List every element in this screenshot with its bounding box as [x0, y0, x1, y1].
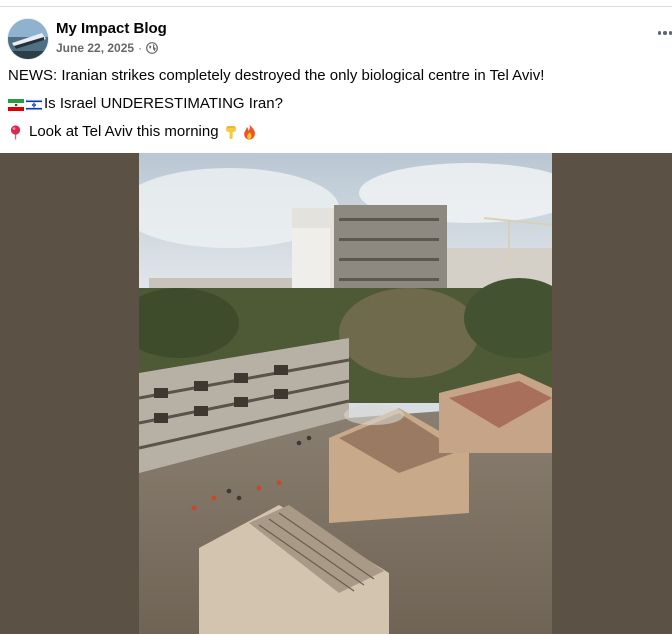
page-name-link[interactable]: My Impact Blog: [56, 20, 167, 37]
post-text-line-3: Look at Tel Aviv this morning: [8, 123, 257, 140]
post-date-link[interactable]: June 22, 2025: [56, 41, 134, 55]
israel-flag-icon: [25, 98, 43, 111]
post-header: My Impact Blog June 22, 2025 ·: [0, 17, 672, 63]
post-photo[interactable]: [139, 153, 552, 634]
post-text-line-1: NEWS: Iranian strikes completely destroy…: [8, 67, 545, 84]
more-options-icon[interactable]: [652, 26, 672, 40]
post-text-line-2: Is Israel UNDERESTIMATING Iran?: [8, 95, 283, 112]
point-down-icon: [224, 124, 239, 140]
post-meta: June 22, 2025 ·: [56, 41, 158, 55]
round-pushpin-icon: [8, 124, 23, 140]
post-text-line-2-label: Is Israel UNDERESTIMATING Iran?: [44, 95, 283, 112]
meta-separator: ·: [138, 41, 143, 55]
post-text-line-3-label: Look at Tel Aviv this morning: [29, 123, 219, 140]
feed-divider: [0, 6, 672, 7]
globe-icon: [146, 42, 158, 54]
fire-icon: [242, 124, 257, 140]
iran-flag-icon: [8, 98, 24, 111]
post-media[interactable]: [0, 153, 672, 634]
page-avatar[interactable]: [8, 19, 48, 59]
